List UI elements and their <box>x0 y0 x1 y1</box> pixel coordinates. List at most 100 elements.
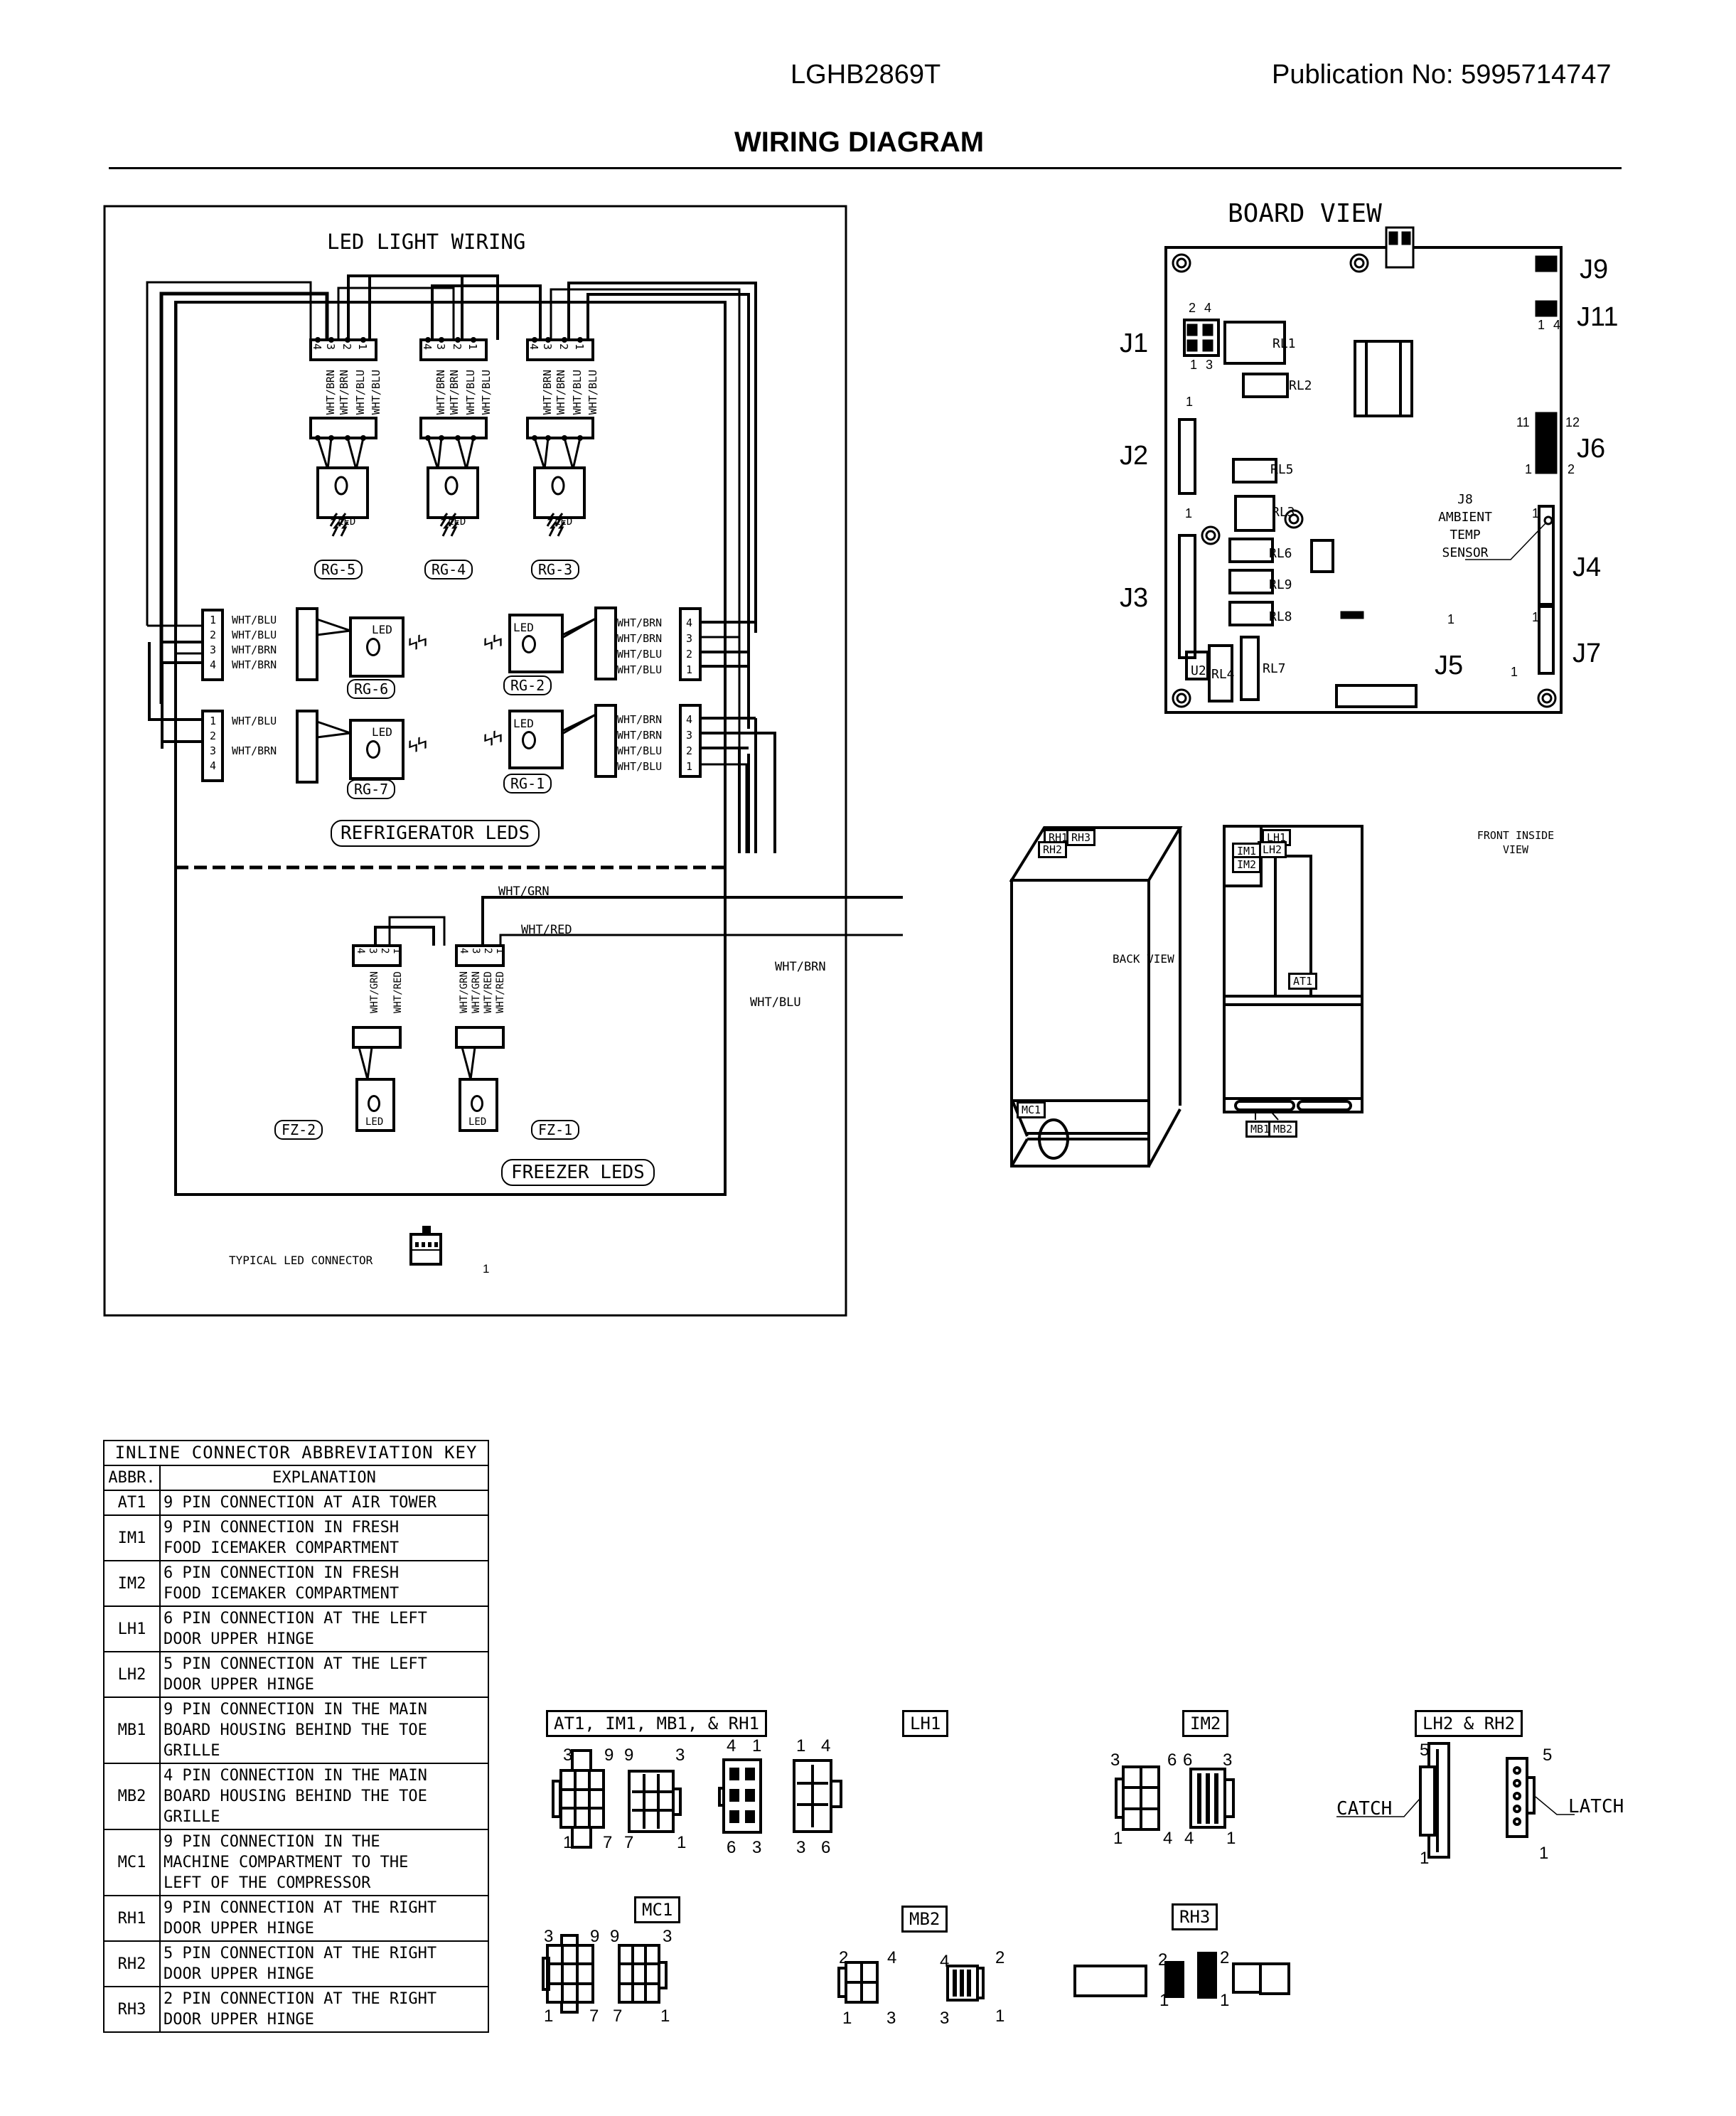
latch-connector <box>1506 1757 1536 1838</box>
mb2-male-connector <box>837 1961 879 2004</box>
im2-title: IM2 <box>1182 1710 1229 1737</box>
lh2-rh2-title: LH2 & RH2 <box>1415 1710 1523 1737</box>
mc1-female-connector <box>618 1944 668 2004</box>
relay-rl4: RL4 <box>1211 667 1235 682</box>
freezer-conn-pin: 4 <box>458 948 469 954</box>
j6-label: J6 <box>1577 434 1606 464</box>
out-wire-wht-red: WHT/RED <box>521 923 572 937</box>
tag-rh3: RH3 <box>1066 829 1096 846</box>
at1-group-title: AT1, IM1, MB1, & RH1 <box>546 1710 767 1737</box>
freezer-conn-pin: 3 <box>367 948 378 954</box>
key-table-row: RH1 9 PIN CONNECTION AT THE RIGHT DOOR UPP… <box>103 1895 489 1942</box>
at1-group-pin-left: 3 <box>563 1746 573 1765</box>
led-text: LED <box>365 1116 384 1128</box>
j4-label: J4 <box>1572 552 1602 582</box>
publication-number: Publication No: 5995714747 <box>1272 60 1612 90</box>
freezer-conn-wire-label: WHT/RED <box>483 971 494 1014</box>
key-abbr: RH3 <box>103 1986 161 2033</box>
freezer-conn-wire-label: WHT/RED <box>495 971 506 1014</box>
key-table-row: IM1 9 PIN CONNECTION IN FRESH FOOD ICEMAKE… <box>103 1514 489 1561</box>
mb2-pin-right: 1 <box>995 2007 1005 2026</box>
j7-pin-1: 1 <box>1532 610 1540 624</box>
key-abbr: RH2 <box>103 1940 161 1987</box>
key-explanation-line: 9 PIN CONNECTION IN FRESH <box>164 1519 400 1537</box>
im2-pin-left: 1 <box>1113 1829 1123 1848</box>
j1-pin-4: 4 <box>1204 301 1212 315</box>
relay-rl1: RL1 <box>1272 336 1296 351</box>
key-explanation-line: 4 PIN CONNECTION IN THE MAIN <box>164 1767 427 1785</box>
key-abbr: LH1 <box>103 1605 161 1652</box>
lh2-rh2-pin-left: 1 <box>1420 1849 1430 1868</box>
key-table-row: MB2 4 PIN CONNECTION IN THE MAIN BOARD HOU… <box>103 1763 489 1830</box>
at1-female-connector <box>628 1770 682 1833</box>
mc1-pin-right: 7 <box>613 2007 623 2026</box>
freezer-conn-wire-label: WHT/GRN <box>471 971 482 1014</box>
mb2-pin-left: 3 <box>886 2009 896 2028</box>
key-explanation-line: DOOR UPPER HINGE <box>164 1630 314 1648</box>
typical-connector-pin: 1 <box>483 1262 490 1276</box>
mb2-pin-right: 2 <box>995 1948 1005 1967</box>
front-view-label-line1: FRONT INSIDE <box>1477 829 1555 842</box>
typical-connector-label: TYPICAL LED CONNECTOR <box>229 1254 373 1267</box>
lh1-pin-left: 3 <box>752 1838 762 1857</box>
freezer-conn-pin: 1 <box>391 948 402 954</box>
key-explanation: 9 PIN CONNECTION AT AIR TOWER <box>159 1490 489 1516</box>
freezer-conn-pin: 1 <box>494 948 505 954</box>
key-explanation-line: GRILLE <box>164 1808 220 1826</box>
key-explanation-line: DOOR UPPER HINGE <box>164 1965 314 1983</box>
mc1-pin-left: 9 <box>590 1927 600 1946</box>
latch-label: LATCH <box>1568 1796 1624 1817</box>
j2-pin-1: 1 <box>1186 395 1194 409</box>
lh1-pin-right: 3 <box>796 1838 806 1857</box>
j3-pin-1: 1 <box>1185 506 1193 520</box>
key-abbr: MB2 <box>103 1763 161 1830</box>
im2-pin-right: 1 <box>1226 1829 1236 1848</box>
im2-pin-right: 4 <box>1184 1829 1194 1848</box>
j8-label: J8 <box>1457 492 1473 507</box>
j1-pin-1: 1 <box>1190 358 1198 372</box>
at1-group-pin-right: 7 <box>624 1833 634 1852</box>
small-conn-pin-1: 1 <box>1447 612 1455 626</box>
key-explanation: 5 PIN CONNECTION AT THE LEFT DOOR UPPER H… <box>159 1651 489 1698</box>
mb2-pin-left: 2 <box>839 1948 849 1967</box>
mc1-pin-left: 3 <box>544 1927 554 1946</box>
lh1-pin-right: 6 <box>821 1838 831 1857</box>
tag-rh2: RH2 <box>1038 841 1068 858</box>
mc1-pin-left: 7 <box>589 2007 599 2026</box>
key-explanation-line: FOOD ICEMAKER COMPARTMENT <box>164 1585 400 1603</box>
im2-pin-right: 6 <box>1183 1751 1193 1770</box>
lh1-pin-left: 4 <box>727 1736 736 1756</box>
j7-label: J7 <box>1572 638 1602 668</box>
im2-pin-left: 3 <box>1110 1751 1120 1770</box>
back-and-front-views <box>1009 825 1363 1167</box>
led-text: LED <box>468 1116 487 1128</box>
j8-temp: TEMP <box>1450 528 1481 543</box>
at1-group-pin-left: 9 <box>604 1746 614 1765</box>
j11-label: J11 <box>1577 302 1619 332</box>
key-abbr: LH2 <box>103 1651 161 1698</box>
tag-im2: IM2 <box>1232 856 1262 873</box>
key-table-row: MB1 9 PIN CONNECTION IN THE MAIN BOARD HOU… <box>103 1696 489 1764</box>
j9-label: J9 <box>1580 255 1609 284</box>
freezer-led-group <box>352 896 903 1132</box>
at1-group-pin-left: 7 <box>603 1833 613 1852</box>
relay-rl3: RL3 <box>1272 505 1295 520</box>
mc1-male-connector <box>542 1934 594 2014</box>
key-explanation-line: DOOR UPPER HINGE <box>164 2011 314 2029</box>
led-lens <box>368 1095 380 1112</box>
im2-pin-left: 4 <box>1163 1829 1173 1848</box>
tag-at1: AT1 <box>1288 973 1318 990</box>
mb2-title: MB2 <box>901 1906 948 1933</box>
fz-label: FZ-2 <box>274 1120 323 1140</box>
key-abbr: AT1 <box>103 1490 161 1516</box>
rh3-title: RH3 <box>1172 1903 1218 1930</box>
lh1-male-connector <box>718 1758 762 1834</box>
relay-rl5: RL5 <box>1270 462 1294 477</box>
j6-pin-2: 2 <box>1568 462 1575 476</box>
mb2-pin-left: 4 <box>887 1948 897 1967</box>
key-explanation: 5 PIN CONNECTION AT THE RIGHT DOOR UPPER … <box>159 1940 489 1987</box>
key-explanation-line: 5 PIN CONNECTION AT THE RIGHT <box>164 1945 437 1962</box>
key-table-row: RH3 2 PIN CONNECTION AT THE RIGHT DOOR UPP… <box>103 1986 489 2033</box>
fz-label: FZ-1 <box>531 1120 580 1140</box>
j6-pin-11: 11 <box>1516 415 1530 429</box>
